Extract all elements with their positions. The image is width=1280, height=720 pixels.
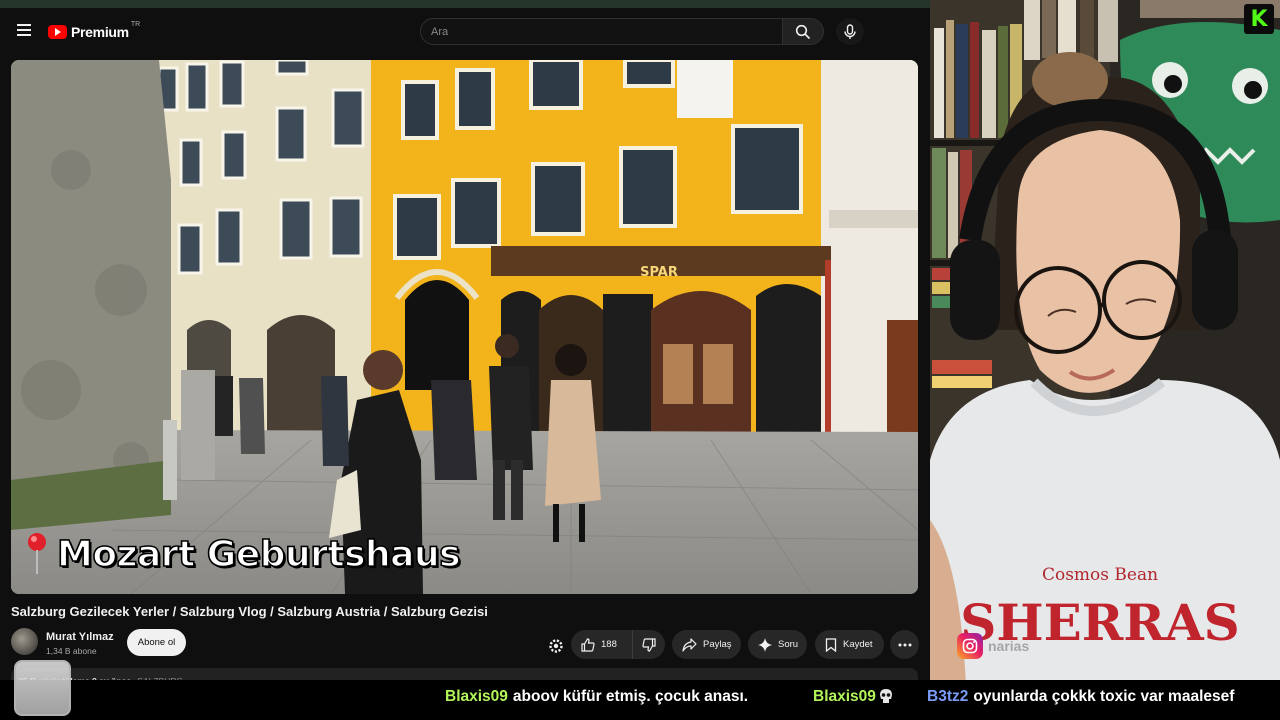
chat-username: B3tz2 bbox=[927, 688, 969, 705]
store-sign-text: SPAR bbox=[640, 265, 678, 280]
ticker-message: Blaxis09 bbox=[813, 688, 881, 706]
youtube-window: Premium TR Ara SPAR Mozart Geburtshaus S… bbox=[0, 0, 930, 686]
instagram-icon bbox=[957, 633, 983, 659]
ask-button[interactable]: Soru bbox=[748, 630, 807, 659]
chat-message: aboov küfür etmiş. çocuk anası. bbox=[512, 688, 749, 705]
bookmark-icon bbox=[825, 637, 837, 652]
subscribe-button[interactable]: Abone ol bbox=[127, 629, 186, 656]
channel-avatar[interactable] bbox=[11, 628, 38, 655]
save-button[interactable]: Kaydet bbox=[815, 630, 884, 659]
share-button[interactable]: Paylaş bbox=[672, 630, 741, 659]
voice-search-button[interactable] bbox=[836, 18, 864, 45]
masthead: Premium TR bbox=[0, 8, 930, 54]
sparkle-icon bbox=[758, 637, 772, 652]
subscriber-count: 1,34 B abone bbox=[46, 646, 97, 656]
like-dislike-group: 188 bbox=[571, 630, 665, 659]
gear-icon bbox=[549, 639, 563, 653]
webcam-overlay: Cosmos Bean SHERRAS bbox=[930, 0, 1280, 686]
search-icon bbox=[795, 24, 811, 39]
youtube-play-icon bbox=[48, 25, 67, 39]
shirt-text-top: Cosmos Bean bbox=[1042, 565, 1158, 585]
menu-icon[interactable] bbox=[14, 21, 34, 41]
share-icon bbox=[682, 637, 697, 652]
like-button[interactable]: 188 bbox=[571, 630, 633, 659]
video-title: Salzburg Gezilecek Yerler / Salzburg Vlo… bbox=[11, 604, 488, 619]
webcam-feed: Cosmos Bean SHERRAS bbox=[930, 0, 1280, 686]
ask-label: Soru bbox=[778, 639, 799, 650]
chat-ticker: Blaxis09 aboov küfür etmiş. çocuk anası. … bbox=[0, 680, 1280, 720]
kick-logo: K bbox=[1244, 4, 1274, 34]
progress-strip bbox=[0, 0, 930, 8]
search-box bbox=[420, 18, 783, 45]
dislike-button[interactable] bbox=[633, 630, 665, 659]
microphone-icon bbox=[844, 23, 856, 39]
like-count: 188 bbox=[601, 639, 617, 650]
thumbs-up-icon bbox=[581, 637, 595, 652]
settings-gear-button[interactable] bbox=[546, 636, 566, 656]
chat-username: Blaxis09 bbox=[445, 688, 508, 705]
logo-brand: Premium bbox=[71, 24, 129, 40]
search-input[interactable] bbox=[421, 19, 782, 44]
search-button[interactable] bbox=[783, 18, 824, 45]
ticker-message: Blaxis09 aboov küfür etmiş. çocuk anası. bbox=[445, 688, 748, 706]
location-pin-icon bbox=[28, 533, 46, 574]
ticker-message: B3tz2 oyunlarda çokkk toxic var maalesef bbox=[927, 688, 1234, 706]
logo-region: TR bbox=[130, 20, 141, 28]
channel-owner: Murat Yılmaz 1,34 B abone Abone ol bbox=[11, 628, 551, 660]
share-label: Paylaş bbox=[703, 639, 732, 650]
chat-message: oyunlarda çokkk toxic var maalesef bbox=[973, 688, 1235, 705]
instagram-handle: narias bbox=[988, 638, 1030, 654]
thumbs-down-icon bbox=[642, 637, 656, 652]
video-overlay-caption: Mozart Geburtshaus bbox=[56, 533, 461, 576]
video-frame: SPAR bbox=[11, 60, 918, 594]
save-label: Kaydet bbox=[843, 639, 873, 650]
more-horizontal-icon bbox=[898, 643, 911, 646]
skull-emote-icon bbox=[880, 689, 892, 703]
video-player[interactable]: SPAR Mozart Geburtshaus bbox=[11, 60, 918, 594]
instagram-glyph-icon bbox=[962, 638, 978, 654]
cup-thumbnail bbox=[14, 660, 71, 716]
chat-username: Blaxis09 bbox=[813, 688, 876, 705]
youtube-logo[interactable]: Premium TR bbox=[48, 20, 141, 42]
more-actions-button[interactable] bbox=[890, 630, 919, 659]
channel-name[interactable]: Murat Yılmaz bbox=[46, 631, 114, 643]
